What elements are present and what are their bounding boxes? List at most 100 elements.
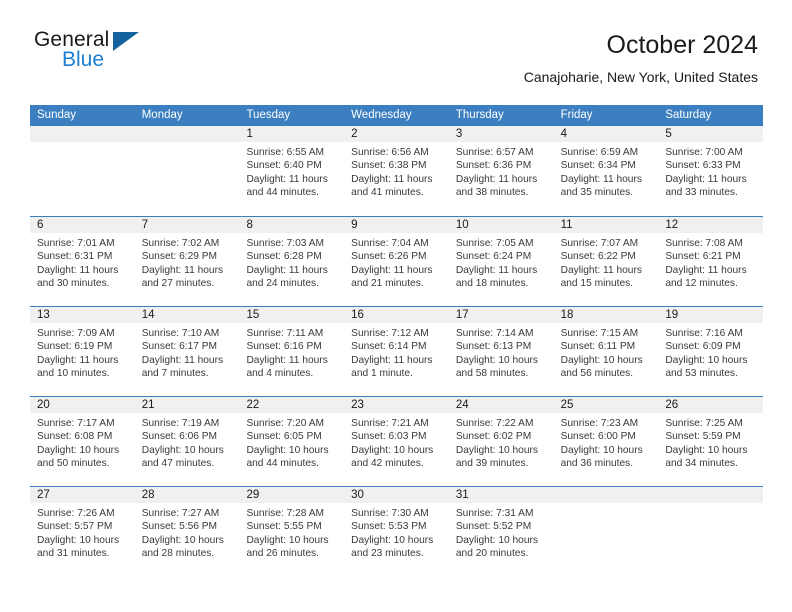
day-number: 12 <box>658 217 764 233</box>
logo-triangle-icon <box>113 32 139 51</box>
day-sun-info: Sunrise: 7:07 AM Sunset: 6:22 PM Daylight:… <box>554 233 659 291</box>
day-sun-info: Sunrise: 7:16 AM Sunset: 6:09 PM Daylight:… <box>658 323 763 381</box>
calendar-day-cell[interactable]: 19 Sunrise: 7:16 AM Sunset: 6:09 PM Dayligh… <box>658 307 764 396</box>
calendar-day-cell[interactable]: 30 Sunrise: 7:30 AM Sunset: 5:53 PM Dayligh… <box>344 487 449 576</box>
sunset-text: Sunset: 6:16 PM <box>246 341 322 353</box>
calendar-day-cell[interactable]: 17 Sunrise: 7:14 AM Sunset: 6:13 PM Dayligh… <box>448 307 554 396</box>
sunset-text: Sunset: 6:08 PM <box>37 431 113 443</box>
calendar-day-cell[interactable]: 28 Sunrise: 7:27 AM Sunset: 5:56 PM Dayligh… <box>134 487 240 576</box>
day-number: 13 <box>30 307 135 323</box>
calendar-day-cell[interactable]: 8 Sunrise: 7:03 AM Sunset: 6:28 PM Daylight… <box>239 217 345 306</box>
sunrise-text: Sunrise: 6:55 AM <box>246 147 325 158</box>
day-number: 22 <box>239 397 345 413</box>
day-number: 28 <box>134 487 240 503</box>
calendar-day-cell[interactable]: 12 Sunrise: 7:08 AM Sunset: 6:21 PM Dayligh… <box>658 217 764 306</box>
calendar-day-cell[interactable]: 11 Sunrise: 7:07 AM Sunset: 6:22 PM Dayligh… <box>553 217 659 306</box>
calendar-day-cell-empty <box>658 487 764 576</box>
sunrise-text: Sunrise: 7:23 AM <box>560 418 639 429</box>
calendar-day-cell[interactable]: 24 Sunrise: 7:22 AM Sunset: 6:02 PM Dayligh… <box>448 397 554 486</box>
daylight-text-line2: and 23 minutes. <box>351 548 424 560</box>
sunrise-text: Sunrise: 7:12 AM <box>351 328 429 339</box>
calendar-day-cell[interactable]: 16 Sunrise: 7:12 AM Sunset: 6:14 PM Dayligh… <box>344 307 449 396</box>
sunset-text: Sunset: 6:34 PM <box>560 160 636 172</box>
calendar-day-cell[interactable]: 27 Sunrise: 7:26 AM Sunset: 5:57 PM Dayligh… <box>30 487 135 576</box>
sunset-text: Sunset: 6:26 PM <box>351 251 427 263</box>
sunrise-text: Sunrise: 7:28 AM <box>246 508 325 519</box>
day-sun-info: Sunrise: 7:20 AM Sunset: 6:05 PM Daylight:… <box>239 413 344 471</box>
daylight-text-line1: Daylight: 10 hours <box>246 534 329 546</box>
calendar-day-cell[interactable]: 4 Sunrise: 6:59 AM Sunset: 6:34 PM Daylight… <box>553 126 659 216</box>
daylight-text-line2: and 35 minutes. <box>560 187 634 199</box>
day-number: 23 <box>344 397 449 413</box>
daylight-text-line1: Daylight: 11 hours <box>665 264 747 276</box>
sunrise-text: Sunrise: 7:09 AM <box>37 328 115 339</box>
daylight-text-line2: and 56 minutes. <box>560 368 634 380</box>
weekday-saturday: Saturday <box>665 109 712 121</box>
day-sun-info: Sunrise: 7:21 AM Sunset: 6:03 PM Daylight:… <box>344 413 449 471</box>
calendar-day-cell[interactable]: 20 Sunrise: 7:17 AM Sunset: 6:08 PM Dayligh… <box>30 397 135 486</box>
calendar-day-cell[interactable]: 23 Sunrise: 7:21 AM Sunset: 6:03 PM Dayligh… <box>344 397 449 486</box>
day-number: 6 <box>30 217 135 233</box>
sunset-text: Sunset: 6:24 PM <box>455 251 532 263</box>
calendar-day-cell[interactable]: 15 Sunrise: 7:11 AM Sunset: 6:16 PM Dayligh… <box>239 307 345 396</box>
sunset-text: Sunset: 5:53 PM <box>351 521 427 533</box>
daylight-text-line1: Daylight: 10 hours <box>665 354 748 366</box>
day-number: 30 <box>344 487 449 503</box>
daylight-text-line2: and 42 minutes. <box>351 458 424 470</box>
sunset-text: Sunset: 6:02 PM <box>455 431 532 443</box>
daylight-text-line1: Daylight: 11 hours <box>141 354 224 366</box>
daylight-text-line1: Daylight: 10 hours <box>560 444 643 456</box>
day-number: 29 <box>239 487 345 503</box>
calendar-week-row: 27 Sunrise: 7:26 AM Sunset: 5:57 PM Dayligh… <box>30 486 764 576</box>
calendar-day-cell[interactable]: 7 Sunrise: 7:02 AM Sunset: 6:29 PM Daylight… <box>134 217 240 306</box>
daylight-text-line2: and 20 minutes. <box>455 548 529 560</box>
calendar-day-cell[interactable]: 29 Sunrise: 7:28 AM Sunset: 5:55 PM Dayligh… <box>239 487 345 576</box>
calendar-day-cell[interactable]: 25 Sunrise: 7:23 AM Sunset: 6:00 PM Dayligh… <box>553 397 659 486</box>
calendar-day-cell[interactable]: 26 Sunrise: 7:25 AM Sunset: 5:59 PM Dayligh… <box>658 397 764 486</box>
sunrise-text: Sunrise: 7:30 AM <box>351 508 429 519</box>
calendar-day-cell-empty <box>134 126 240 216</box>
day-sun-info: Sunrise: 7:08 AM Sunset: 6:21 PM Daylight:… <box>658 233 763 291</box>
day-sun-info: Sunrise: 7:26 AM Sunset: 5:57 PM Daylight:… <box>30 503 135 561</box>
calendar-day-cell[interactable]: 31 Sunrise: 7:31 AM Sunset: 5:52 PM Dayligh… <box>448 487 554 576</box>
daylight-text-line1: Daylight: 11 hours <box>560 173 642 185</box>
generalblue-logo[interactable]: General Blue <box>34 28 154 82</box>
daylight-text-line2: and 44 minutes. <box>246 187 319 199</box>
calendar-week-row: 13 Sunrise: 7:09 AM Sunset: 6:19 PM Dayligh… <box>30 306 764 396</box>
calendar-day-cell[interactable]: 13 Sunrise: 7:09 AM Sunset: 6:19 PM Dayligh… <box>30 307 135 396</box>
day-number: 26 <box>658 397 764 413</box>
calendar-day-cell[interactable]: 10 Sunrise: 7:05 AM Sunset: 6:24 PM Dayligh… <box>448 217 554 306</box>
day-number: 15 <box>239 307 345 323</box>
calendar-day-cell[interactable]: 14 Sunrise: 7:10 AM Sunset: 6:17 PM Dayligh… <box>134 307 240 396</box>
calendar-day-cell[interactable]: 9 Sunrise: 7:04 AM Sunset: 6:26 PM Daylight… <box>344 217 449 306</box>
calendar-day-cell[interactable]: 2 Sunrise: 6:56 AM Sunset: 6:38 PM Daylight… <box>344 126 449 216</box>
sunrise-text: Sunrise: 7:16 AM <box>665 328 743 339</box>
day-number: 2 <box>344 126 449 142</box>
daylight-text-line2: and 24 minutes. <box>246 278 319 290</box>
daylight-text-line1: Daylight: 11 hours <box>351 354 433 366</box>
sunset-text: Sunset: 6:40 PM <box>246 160 322 172</box>
day-number: 3 <box>448 126 554 142</box>
calendar-day-cell-empty <box>30 126 135 216</box>
day-sun-info: Sunrise: 7:25 AM Sunset: 5:59 PM Daylight:… <box>658 413 763 471</box>
calendar-day-cell[interactable]: 1 Sunrise: 6:55 AM Sunset: 6:40 PM Daylight… <box>239 126 345 216</box>
daylight-text-line1: Daylight: 11 hours <box>246 264 328 276</box>
calendar-day-cell[interactable]: 5 Sunrise: 7:00 AM Sunset: 6:33 PM Daylight… <box>658 126 764 216</box>
day-number <box>658 487 764 503</box>
calendar-day-cell[interactable]: 22 Sunrise: 7:20 AM Sunset: 6:05 PM Dayligh… <box>239 397 345 486</box>
calendar-page: General Blue October 2024 Canajoharie, N… <box>0 0 792 612</box>
sunrise-text: Sunrise: 7:04 AM <box>351 238 429 249</box>
sunset-text: Sunset: 6:22 PM <box>560 251 636 263</box>
day-sun-info: Sunrise: 7:05 AM Sunset: 6:24 PM Daylight:… <box>449 233 554 291</box>
calendar-day-cell[interactable]: 3 Sunrise: 6:57 AM Sunset: 6:36 PM Daylight… <box>448 126 554 216</box>
calendar-day-cell[interactable]: 6 Sunrise: 7:01 AM Sunset: 6:31 PM Daylight… <box>30 217 135 306</box>
weekday-monday: Monday <box>141 109 183 121</box>
daylight-text-line2: and 33 minutes. <box>665 187 738 199</box>
calendar-day-cell[interactable]: 18 Sunrise: 7:15 AM Sunset: 6:11 PM Dayligh… <box>553 307 659 396</box>
day-sun-info: Sunrise: 7:17 AM Sunset: 6:08 PM Daylight:… <box>30 413 135 471</box>
day-sun-info: Sunrise: 6:57 AM Sunset: 6:36 PM Daylight:… <box>449 142 554 200</box>
day-sun-info: Sunrise: 7:27 AM Sunset: 5:56 PM Daylight:… <box>135 503 240 561</box>
sunrise-text: Sunrise: 7:05 AM <box>455 238 534 249</box>
sunset-text: Sunset: 6:13 PM <box>455 341 532 353</box>
calendar-day-cell[interactable]: 21 Sunrise: 7:19 AM Sunset: 6:06 PM Dayligh… <box>134 397 240 486</box>
